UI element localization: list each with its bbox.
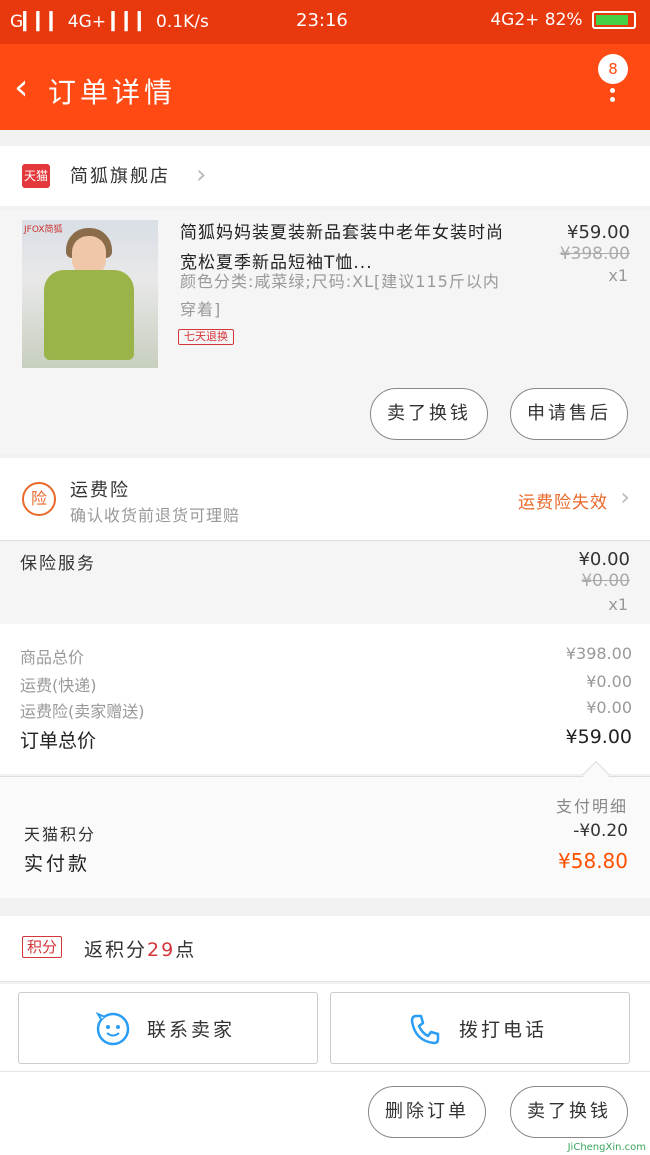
sell-exchange-button-bottom[interactable]: 卖了换钱 (510, 1086, 628, 1138)
chevron-right-icon: › (620, 483, 630, 511)
goods-total-label: 商品总价 (20, 648, 85, 667)
points-tag: 积分 (22, 936, 63, 958)
insurance-subtitle: 确认收货前退货可理赔 (70, 506, 241, 525)
shop-name[interactable]: 简狐旗舰店 (70, 162, 170, 188)
product-original-price: ¥398.00 (559, 244, 630, 264)
points-text-after: 点 (175, 939, 197, 961)
payment-section: 支付明细 天猫积分 -¥0.20 实付款 ¥58.80 (0, 760, 650, 898)
shipping-value: ¥0.00 (586, 672, 632, 691)
more-menu-button[interactable]: 8 (598, 54, 628, 102)
price-summary: 商品总价 ¥398.00 运费(快递) ¥0.00 运费险(卖家赠送) ¥0.0… (0, 624, 650, 774)
shipping-insurance-row[interactable]: 险 运费险 确认收货前退货可理赔 运费险失效 › (0, 458, 650, 540)
insurance-status[interactable]: 运费险失效 (518, 488, 608, 513)
contact-seller-button[interactable]: 联系卖家 (18, 992, 318, 1064)
insurance-service-original-price: ¥0.00 (581, 571, 630, 591)
points-deduction-value: -¥0.20 (573, 821, 628, 841)
more-dots-icon (609, 88, 615, 93)
shipping-row: 运费(快递) ¥0.00 (20, 672, 632, 696)
call-phone-button[interactable]: 拨打电话 (330, 992, 630, 1064)
insurance-icon: 险 (22, 482, 56, 516)
chat-bubble-icon (95, 1011, 130, 1046)
actual-paid-value: ¥58.80 (558, 849, 628, 873)
insurance-fee-label: 运费险(卖家赠送) (20, 702, 145, 721)
back-icon[interactable]: ‹ (14, 70, 28, 106)
app-header: ‹ 订单详情 8 (0, 44, 650, 130)
model-shirt (44, 270, 134, 360)
status-bar: G▎▎▎ 4G+ ▎▎▎ 0.1K/s 23:16 4G2+ 82% (0, 0, 650, 44)
insurance-service-quantity: x1 (608, 595, 628, 614)
battery-icon (592, 11, 636, 29)
product-quantity: x1 (608, 266, 628, 285)
delete-order-button[interactable]: 删除订单 (368, 1086, 486, 1138)
shipping-label: 运费(快递) (20, 676, 97, 695)
insurance-service-price: ¥0.00 (578, 549, 630, 570)
sell-exchange-button[interactable]: 卖了换钱 (370, 388, 488, 440)
site-watermark: JiChengXin.com (567, 1142, 646, 1153)
insurance-service-row: 保险服务 ¥0.00 ¥0.00 x1 (0, 540, 650, 624)
product-item[interactable]: JFOX简狐 简狐妈妈装夏装新品套装中老年女装时尚宽松夏季新品短袖T恤... 颜… (0, 210, 650, 454)
insurance-fee-value: ¥0.00 (586, 698, 632, 717)
points-text-before: 返积分 (84, 939, 148, 961)
tmall-logo-icon: 天猫 (22, 164, 50, 188)
message-badge: 8 (598, 54, 628, 84)
signal-info: G▎▎▎ 4G+ ▎▎▎ 0.1K/s (10, 12, 209, 32)
insurance-fee-row: 运费险(卖家赠送) ¥0.00 (20, 698, 632, 722)
more-dots-icon-2 (609, 97, 615, 102)
points-deduction-label: 天猫积分 (24, 825, 97, 844)
points-row: 积分 返积分29点 (0, 916, 650, 982)
network-label: 4G2+ (490, 10, 540, 30)
contact-seller-label: 联系卖家 (147, 1019, 236, 1041)
after-sale-button[interactable]: 申请售后 (510, 388, 628, 440)
thumb-brand: JFOX简狐 (24, 225, 63, 235)
order-total-value: ¥59.00 (565, 726, 632, 748)
points-text: 返积分29点 (84, 935, 196, 962)
phone-icon (410, 1014, 440, 1045)
battery-percent: 82% (544, 10, 583, 30)
status-time: 23:16 (296, 10, 348, 31)
call-phone-label: 拨打电话 (459, 1019, 548, 1041)
return-policy-badge: 七天退换 (178, 329, 234, 345)
order-total-label: 订单总价 (20, 730, 97, 752)
product-thumbnail[interactable]: JFOX简狐 (22, 220, 158, 368)
bottom-action-bar: 删除订单 卖了换钱 JiChengXin.com (0, 1072, 650, 1155)
insurance-title: 运费险 (70, 480, 130, 501)
status-right: 4G2+ 82% (490, 10, 636, 30)
page-title: 订单详情 (48, 76, 177, 109)
order-total-row: 订单总价 ¥59.00 (20, 726, 632, 753)
contact-section: 联系卖家 拨打电话 (0, 984, 650, 1072)
shop-row[interactable]: 天猫 简狐旗舰店 › (0, 146, 650, 206)
actual-paid-label: 实付款 (24, 853, 91, 875)
points-count: 29 (147, 939, 176, 961)
product-price: ¥59.00 (567, 222, 630, 243)
goods-total-value: ¥398.00 (565, 644, 632, 663)
product-spec: 颜色分类:咸菜绿;尺码:XL[建议115斤以内穿着] (180, 272, 500, 319)
payment-detail-link[interactable]: 支付明细 (556, 793, 628, 817)
insurance-service-label: 保险服务 (20, 554, 96, 574)
chevron-right-icon: › (196, 160, 207, 190)
goods-total-row: 商品总价 ¥398.00 (20, 644, 632, 668)
